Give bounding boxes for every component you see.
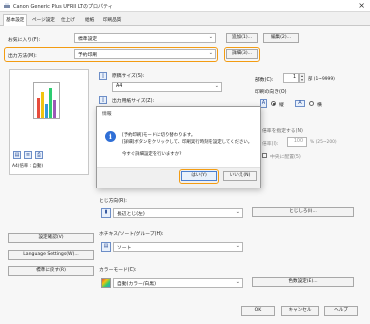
printer-icon <box>4 3 10 8</box>
cancel-button[interactable]: キャンセル <box>281 306 319 316</box>
restore-defaults-button[interactable]: 標準に戻す(R) <box>8 266 94 276</box>
tab-finishing[interactable]: 仕上げ <box>59 15 77 26</box>
binding-icon: ▮ <box>101 208 111 218</box>
original-size-icon: ▯ <box>99 72 107 80</box>
original-size-select[interactable]: A4 ⌄ <box>112 82 222 92</box>
original-size-label: 原稿サイズ(S): <box>112 74 145 79</box>
output-size-label: 出力用紙サイズ(Z): <box>112 99 155 104</box>
center-label: 中央に配置(5) <box>270 155 301 160</box>
center-checkbox[interactable] <box>262 153 267 158</box>
output-size-icon: ▯ <box>99 96 107 104</box>
edit-favorite-button[interactable]: 編集(2)... <box>263 33 299 43</box>
preview-caption: A4(倍率 : 自動) <box>12 164 44 169</box>
orientation-label: 印刷の向き(O) <box>255 90 287 95</box>
scaling-value: 100 <box>293 139 303 144</box>
portrait-radio[interactable] <box>271 101 276 106</box>
help-button[interactable]: ヘルプ <box>324 306 358 316</box>
landscape-radio[interactable] <box>309 101 314 106</box>
info-icon: i <box>105 131 116 142</box>
dialog-question: 今すぐ詳細設定を行いますか? <box>122 152 182 157</box>
tab-paper-source[interactable]: 給紙 <box>83 15 96 26</box>
staple-select[interactable]: ソート ⌄ <box>113 242 243 252</box>
title-bar: Canon Generic Plus UFRII LTのプロパティ × <box>0 0 370 12</box>
color-mode-label: カラーモード(C): <box>99 268 137 273</box>
favorites-label: お気に入り(F): <box>8 38 41 43</box>
staple-value: ソート <box>117 246 132 251</box>
preview-page <box>33 82 60 119</box>
page-preview: ▤ ≡ ⎙ A4(倍率 : 自動) <box>9 69 89 175</box>
dialog-yes-button[interactable]: はい(Y) <box>181 171 217 181</box>
portrait-icon: A <box>260 99 267 108</box>
tab-basic[interactable]: 基本設定 <box>3 14 28 26</box>
add-favorite-button[interactable]: 追加(1)... <box>226 33 258 43</box>
copies-input[interactable]: 1 <box>283 73 299 83</box>
favorites-select[interactable]: 標準設定 ⌄ <box>74 33 216 43</box>
window-title: Canon Generic Plus UFRII LTのプロパティ <box>13 4 113 10</box>
info-dialog: 情報 i [予約印刷]モードに切り替わります。 [詳細]ボタンをクリックして、印… <box>96 106 261 188</box>
color-mode-value: 自動(カラー/白黒) <box>117 282 156 287</box>
confirm-settings-button[interactable]: 設定確認(V) <box>8 233 94 243</box>
staple-label: ホチキス/ソート/グループ(H): <box>99 232 164 237</box>
scaling-input[interactable]: 100 <box>287 137 307 147</box>
chevron-down-icon: ⌄ <box>208 50 213 56</box>
binding-value: 長辺とじ(左) <box>117 212 145 217</box>
original-size-value: A4 <box>116 84 123 89</box>
chevron-down-icon: ⌄ <box>208 34 213 40</box>
dialog-title: 情報 <box>102 112 112 117</box>
dialog-no-button[interactable]: いいえ(N) <box>223 171 257 181</box>
color-mode-select[interactable]: 自動(カラー/白黒) ⌄ <box>113 278 243 288</box>
binding-margin-button[interactable]: とじしろ(I)... <box>252 207 354 217</box>
copies-unit: 部 (1~9999) <box>308 77 335 82</box>
copies-value: 1 <box>292 75 296 80</box>
output-method-value: 予約印刷 <box>78 53 98 58</box>
copies-spinner[interactable]: ▴ ▾ <box>299 73 305 83</box>
chevron-down-icon: ⌄ <box>214 83 219 89</box>
color-mode-icon <box>101 278 111 288</box>
settings-view-icon[interactable]: ≡ <box>24 151 32 159</box>
manual-scaling-label: 倍率を指定する(N) <box>262 129 303 134</box>
language-settings-button[interactable]: Language Settings(W)... <box>8 250 94 260</box>
favorites-value: 標準設定 <box>78 37 98 42</box>
chevron-down-icon: ⌄ <box>235 243 240 249</box>
landscape-icon: A <box>295 100 305 107</box>
dialog-message-line2: [詳細]ボタンをクリックして、印刷実行時刻を設定してください。 <box>122 140 253 145</box>
chevron-down-icon: ⌄ <box>235 209 240 215</box>
tab-page-setup[interactable]: ページ設定 <box>30 15 57 26</box>
tab-bar: 基本設定 ページ設定 仕上げ 給紙 印刷品質 <box>0 13 370 26</box>
portrait-label: 縦 <box>279 103 284 108</box>
tab-quality[interactable]: 印刷品質 <box>101 15 123 26</box>
close-icon[interactable]: × <box>358 1 365 10</box>
scaling-label: 倍率(I): <box>262 142 279 147</box>
binding-label: とじ方向(R): <box>99 199 127 204</box>
landscape-label: 横 <box>317 103 322 108</box>
ok-button[interactable]: OK <box>241 306 275 316</box>
details-button[interactable]: 詳細(3)... <box>226 49 258 59</box>
printer-view-icon[interactable]: ⎙ <box>35 151 43 159</box>
scaling-range: % (25~200) <box>310 140 337 145</box>
copies-label: 部数(C): <box>255 78 274 83</box>
dialog-message-line1: [予約印刷]モードに切り替わります。 <box>122 133 196 138</box>
color-settings-button[interactable]: 色数設定(E)... <box>252 277 354 287</box>
page-layout-icon[interactable]: ▤ <box>13 151 21 159</box>
binding-select[interactable]: 長辺とじ(左) ⌄ <box>113 208 243 218</box>
sort-icon: ▤ <box>101 242 111 252</box>
output-method-select[interactable]: 予約印刷 ⌄ <box>74 49 216 59</box>
chevron-down-icon: ⌄ <box>235 279 240 285</box>
output-method-label: 出力方法(M): <box>8 54 37 59</box>
